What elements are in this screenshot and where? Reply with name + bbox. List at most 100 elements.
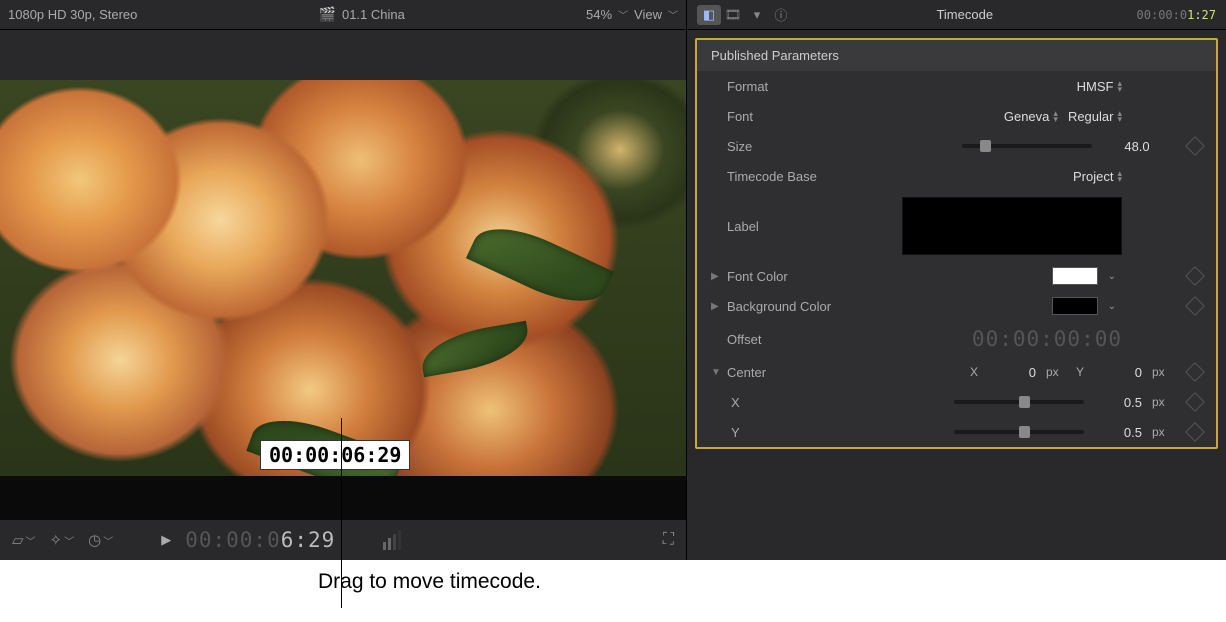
param-label: Format — [727, 79, 768, 94]
chevron-down-icon: ﹀ — [64, 533, 74, 548]
viewer-canvas[interactable]: 00:00:06:29 — [0, 80, 686, 476]
param-row-offset: Offset 00:00:00:00 — [697, 321, 1216, 357]
timecode-base-popup[interactable]: Project ▴▾ — [1073, 169, 1122, 184]
y-axis-label: Y — [1076, 365, 1084, 379]
center-y-field[interactable]: 0 — [1094, 365, 1142, 380]
param-label: Label — [727, 219, 759, 234]
keyframe-button[interactable] — [1185, 136, 1205, 156]
inspector-tabs: ◧ 🎞 ▾ ⓘ — [697, 5, 793, 25]
keyframe-button[interactable] — [1185, 296, 1205, 316]
slider-thumb[interactable] — [1019, 396, 1030, 408]
generator-icon: ◧ — [703, 7, 715, 23]
format-value: HMSF — [1077, 79, 1114, 94]
font-style-popup[interactable]: Regular ▴▾ — [1068, 109, 1122, 124]
chevron-down-icon: ﹀ — [26, 533, 36, 548]
published-parameters-panel: Published Parameters Format HMSF ▴▾ Font… — [695, 38, 1218, 449]
slider-thumb[interactable] — [1019, 426, 1030, 438]
format-popup[interactable]: HMSF ▴▾ — [1077, 79, 1122, 94]
param-label: Font Color — [727, 269, 788, 284]
font-color-swatch[interactable] — [1052, 267, 1098, 285]
unit-label: px — [1046, 365, 1066, 379]
play-button[interactable]: ▶ — [161, 532, 171, 548]
param-row-background-color: ▶Background Color ⌄ — [697, 291, 1216, 321]
param-row-size: Size 48.0 — [697, 131, 1216, 161]
keyframe-button[interactable] — [1185, 362, 1205, 382]
viewer-pane: 1080p HD 30p, Stereo 🎬 01.1 China 54% ﹀ … — [0, 0, 686, 560]
x-axis-label: X — [970, 365, 978, 379]
param-label: Y — [731, 425, 740, 440]
unit-label: px — [1152, 365, 1172, 379]
center-y-value-field[interactable]: 0.5 — [1094, 425, 1142, 440]
color-picker-dropdown[interactable]: ⌄ — [1108, 271, 1116, 282]
size-value-field[interactable]: 48.0 — [1102, 139, 1172, 154]
tab-generator[interactable]: ◧ — [697, 5, 721, 25]
tab-color[interactable]: ▾ — [745, 5, 769, 25]
unit-label: px — [1152, 395, 1172, 409]
param-label: Timecode Base — [727, 169, 817, 184]
crop-tool-menu[interactable]: ▱﹀ — [12, 531, 36, 549]
viewer-toolbar: ▱﹀ ✧﹀ ◷﹀ ▶ 00:00:06:29 ⛶ — [0, 520, 686, 560]
inspector-title: Timecode — [799, 7, 1131, 22]
keyframe-button[interactable] — [1185, 392, 1205, 412]
chevron-down-icon: ﹀ — [668, 7, 678, 22]
offset-timecode-field[interactable]: 00:00:00:00 — [972, 327, 1122, 351]
chevron-down-icon: ﹀ — [103, 533, 113, 548]
param-row-center-x: X 0.5 px — [697, 387, 1216, 417]
color-picker-dropdown[interactable]: ⌄ — [1108, 301, 1116, 312]
enhance-tool-menu[interactable]: ✧﹀ — [50, 531, 75, 549]
param-label: Size — [727, 139, 752, 154]
clip-name-label: 01.1 China — [342, 7, 405, 22]
font-family-popup[interactable]: Geneva ▴▾ — [1004, 109, 1058, 124]
duration-dim: 00:00:0 — [1137, 8, 1188, 22]
viewer-header: 1080p HD 30p, Stereo 🎬 01.1 China 54% ﹀ … — [0, 0, 686, 30]
inspector-pane: ◧ 🎞 ▾ ⓘ Timecode 00:00:01:27 Published P… — [686, 0, 1226, 560]
param-row-font: Font Geneva ▴▾ Regular ▴▾ — [697, 101, 1216, 131]
center-x-slider[interactable] — [954, 400, 1084, 404]
tab-info[interactable]: ⓘ — [769, 5, 793, 25]
disclosure-down-icon[interactable]: ▼ — [711, 367, 721, 378]
chevron-down-icon: ﹀ — [618, 7, 628, 22]
center-x-value-field[interactable]: 0.5 — [1094, 395, 1142, 410]
timecode-base-value: Project — [1073, 169, 1113, 184]
param-label: Font — [727, 109, 753, 124]
center-y-slider[interactable] — [954, 430, 1084, 434]
section-header: Published Parameters — [697, 40, 1216, 71]
font-style-value: Regular — [1068, 109, 1114, 124]
format-label: 1080p HD 30p, Stereo — [8, 7, 137, 22]
wand-icon: ✧ — [50, 531, 63, 549]
param-row-font-color: ▶ Font Color ⌄ — [697, 261, 1216, 291]
center-x-field[interactable]: 0 — [988, 365, 1036, 380]
keyframe-button[interactable] — [1185, 422, 1205, 442]
audio-meter-icon — [383, 530, 401, 550]
filmstrip-icon: 🎞 — [725, 7, 742, 23]
clapperboard-icon: 🎬 — [319, 6, 336, 23]
inspector-duration: 00:00:01:27 — [1137, 8, 1216, 22]
keyframe-button[interactable] — [1185, 266, 1205, 286]
disclosure-right-icon[interactable]: ▶ — [711, 301, 721, 312]
fullscreen-button[interactable]: ⛶ — [663, 531, 674, 549]
timecode-dim-part: 00:00:0 — [185, 528, 281, 552]
timecode-overlay[interactable]: 00:00:06:29 — [260, 440, 410, 470]
view-menu-label: View — [634, 7, 662, 22]
inspector-header: ◧ 🎞 ▾ ⓘ Timecode 00:00:01:27 — [687, 0, 1226, 30]
stepper-arrows-icon: ▴▾ — [1053, 110, 1058, 122]
background-color-swatch[interactable] — [1052, 297, 1098, 315]
slider-thumb[interactable] — [980, 140, 991, 152]
retime-tool-menu[interactable]: ◷﹀ — [88, 531, 113, 549]
annotation-leader-line — [341, 418, 342, 608]
speedometer-icon: ◷ — [88, 531, 101, 549]
size-slider[interactable] — [962, 144, 1092, 148]
view-menu[interactable]: View ﹀ — [634, 7, 678, 22]
stepper-arrows-icon: ▴▾ — [1117, 80, 1122, 92]
timecode-bright-part: 6:29 — [281, 528, 336, 552]
stepper-arrows-icon: ▴▾ — [1117, 170, 1122, 182]
playhead-timecode[interactable]: 00:00:06:29 — [185, 528, 335, 552]
zoom-percentage-menu[interactable]: 54% ﹀ — [586, 7, 628, 22]
label-text-field[interactable] — [902, 197, 1122, 255]
tab-video[interactable]: 🎞 — [721, 5, 745, 25]
annotation-caption: Drag to move timecode. — [318, 570, 541, 594]
unit-label: px — [1152, 425, 1172, 439]
param-row-center-y: Y 0.5 px — [697, 417, 1216, 447]
disclosure-right-icon[interactable]: ▶ — [711, 271, 721, 282]
info-icon: ⓘ — [774, 5, 787, 24]
